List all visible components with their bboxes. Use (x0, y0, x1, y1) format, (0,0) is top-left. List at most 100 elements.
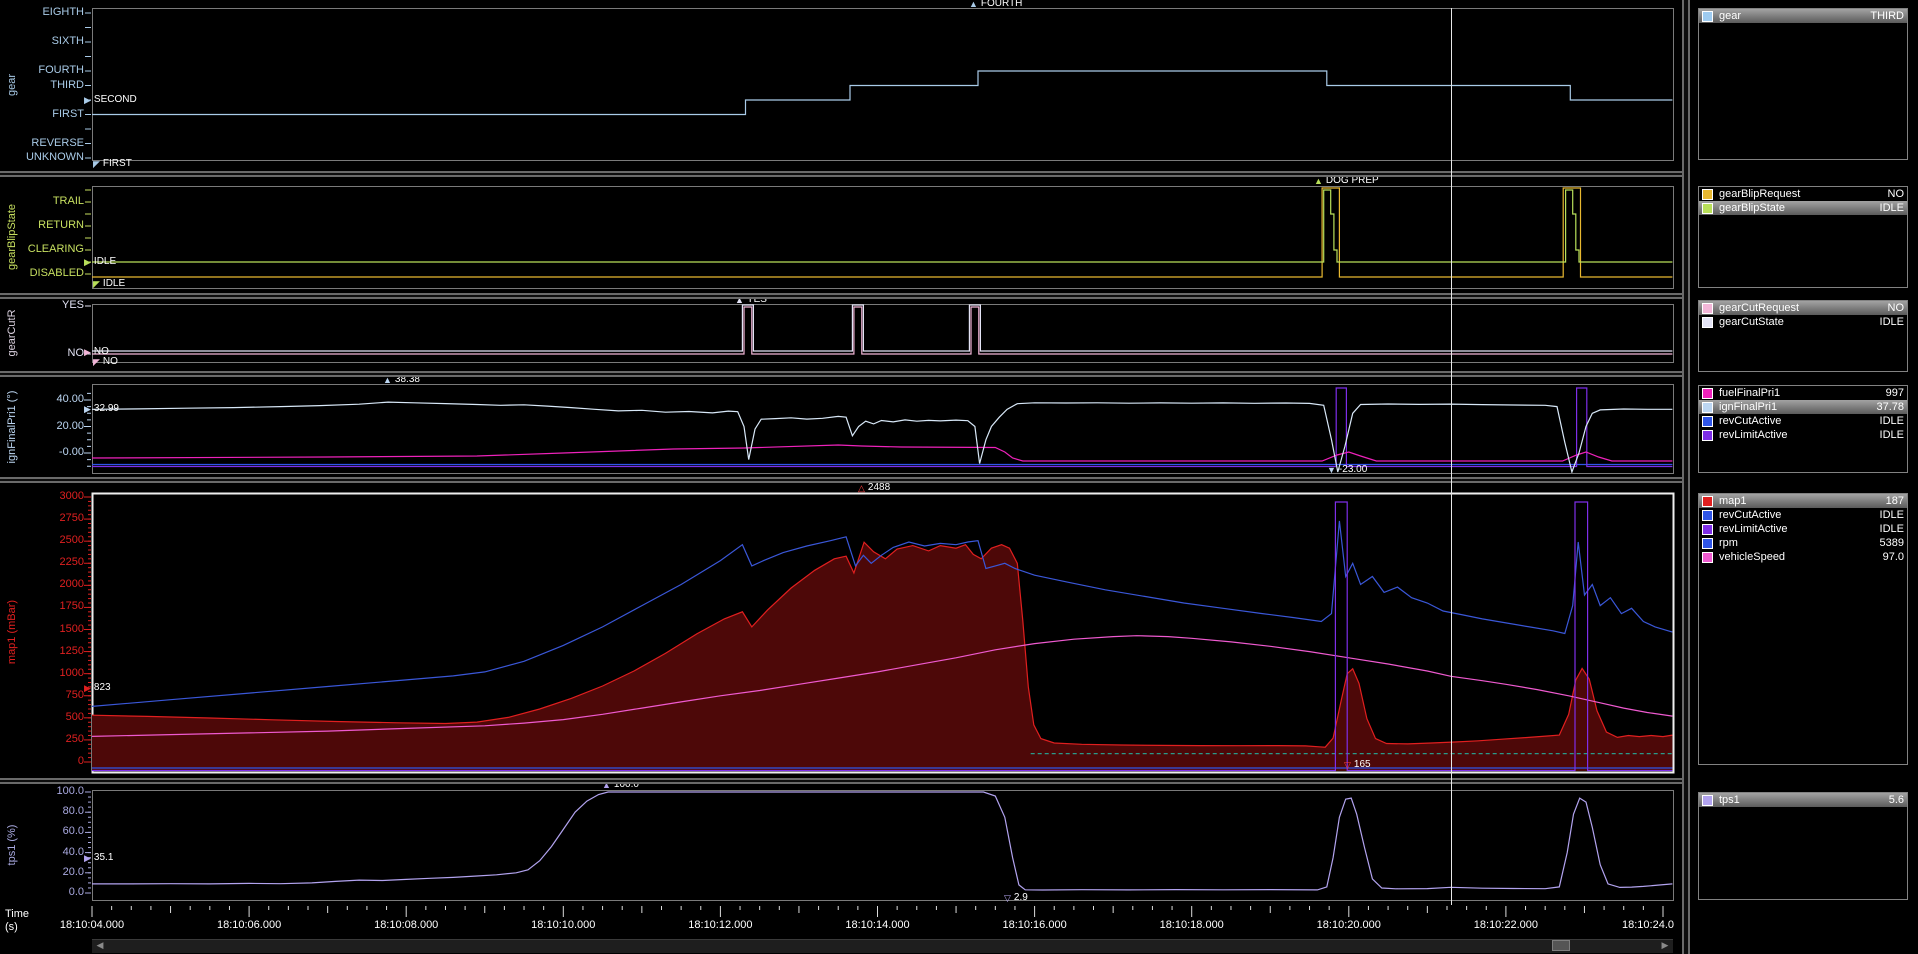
time-label: 18:10:08.000 (374, 919, 438, 931)
marker-gear: ◤FIRST (93, 159, 132, 169)
scroll-left-arrow[interactable]: ◀ (93, 939, 107, 952)
legend-row-gearBlipState[interactable]: gearBlipStateIDLE (1699, 201, 1907, 215)
marker-gearBlipState: ▶IDLE (84, 257, 116, 267)
plot-border-tps1 (93, 791, 1674, 901)
axis-label-map1: 750 (0, 689, 84, 702)
channel-name: gearBlipState (1719, 202, 1880, 214)
channel-swatch (1702, 496, 1713, 507)
channel-name: vehicleSpeed (1719, 551, 1883, 563)
channel-name: fuelFinalPri1 (1719, 387, 1886, 399)
axis-label-map1: 2500 (0, 534, 84, 547)
time-label: 18:10:16.000 (1002, 919, 1066, 931)
panel-divider[interactable] (0, 293, 1682, 299)
time-label: 18:10:18.000 (1160, 919, 1224, 931)
time-scrollbar[interactable] (92, 939, 1673, 953)
scroll-thumb[interactable] (1552, 940, 1570, 951)
trace-gearBlipState (92, 190, 1672, 262)
channel-swatch (1702, 402, 1713, 413)
marker-glyph: ▲ (1314, 176, 1323, 186)
axis-title-gear: gear (6, 74, 18, 96)
channel-swatch (1702, 430, 1713, 441)
panel-divider[interactable] (0, 477, 1682, 483)
legend-row-tps1[interactable]: tps15.6 (1699, 793, 1907, 807)
time-axis-title: Time (s) (5, 908, 29, 934)
plot-border-gearBlipState (93, 187, 1674, 289)
legend-row-rpm[interactable]: rpm5389 (1699, 536, 1907, 550)
axis-label-gear: REVERSE (0, 137, 84, 150)
legend-row-revLimitActive[interactable]: revLimitActiveIDLE (1699, 428, 1907, 442)
channel-value: IDLE (1880, 202, 1904, 214)
channel-name: map1 (1719, 495, 1886, 507)
marker-glyph: ▶ (84, 853, 91, 863)
trace-fill-map1 (92, 542, 1672, 771)
channel-swatch (1702, 538, 1713, 549)
trace-fuelFinalPri1 (92, 445, 1672, 461)
time-label: 18:10:14.000 (845, 919, 909, 931)
legend-box: map1187revCutActiveIDLErevLimitActiveIDL… (1698, 493, 1908, 765)
marker-glyph: ▼ (1327, 465, 1336, 475)
legend-row-gearCutState[interactable]: gearCutStateIDLE (1699, 315, 1907, 329)
axis-label-gear: SIXTH (0, 35, 84, 48)
marker-glyph: ▽ (1004, 893, 1011, 903)
channel-name: gearCutState (1719, 316, 1880, 328)
panel-divider[interactable] (0, 171, 1682, 177)
panel-divider[interactable] (0, 778, 1682, 784)
channel-swatch (1702, 189, 1713, 200)
axis-label-tps1: 20.0 (0, 866, 84, 879)
legend-row-gearCutRequest[interactable]: gearCutRequestNO (1699, 301, 1907, 315)
panel-divider[interactable] (0, 371, 1682, 377)
legend-row-vehicleSpeed[interactable]: vehicleSpeed97.0 (1699, 550, 1907, 564)
marker-value: IDLE (94, 257, 116, 267)
axis-title-gearBlipState: gearBlipState (6, 204, 18, 270)
channel-value: IDLE (1880, 415, 1904, 427)
channel-name: gear (1719, 10, 1870, 22)
axis-title-tps1: tps1 (%) (6, 825, 18, 866)
marker-glyph: ▶ (84, 347, 91, 357)
time-label: 18:10:20.000 (1317, 919, 1381, 931)
marker-value: 35.1 (94, 853, 113, 863)
marker-value: 2.9 (1014, 893, 1028, 903)
marker-ignFinalPri1: ▼-23.00 (1327, 465, 1367, 475)
legend-row-fuelFinalPri1[interactable]: fuelFinalPri1997 (1699, 386, 1907, 400)
trace-gearBlipRequest (92, 188, 1672, 277)
channel-value: IDLE (1880, 509, 1904, 521)
legend-row-revCutActive[interactable]: revCutActiveIDLE (1699, 508, 1907, 522)
axis-label-map1: 0 (0, 755, 84, 768)
marker-tps1: ▶35.1 (84, 853, 113, 863)
marker-gearCutR: ◤NO (93, 357, 118, 367)
legend-divider[interactable] (1682, 0, 1690, 954)
channel-value: 37.78 (1876, 401, 1904, 413)
channel-name: revLimitActive (1719, 429, 1880, 441)
axis-label-map1: 2000 (0, 578, 84, 591)
trace-gearCutState (92, 305, 1672, 351)
scroll-right-arrow[interactable]: ▶ (1658, 939, 1672, 952)
channel-swatch (1702, 416, 1713, 427)
axis-label-tps1: 100.0 (0, 785, 84, 798)
legend-row-map1[interactable]: map1187 (1699, 494, 1907, 508)
legend-row-revLimitActive[interactable]: revLimitActiveIDLE (1699, 522, 1907, 536)
plot-border-ignFinalPri1 (93, 385, 1674, 474)
marker-value: -23.00 (1339, 465, 1367, 475)
marker-value: 32.99 (94, 404, 119, 414)
legend-row-revCutActive[interactable]: revCutActiveIDLE (1699, 414, 1907, 428)
marker-value: FOURTH (981, 0, 1022, 9)
marker-ignFinalPri1: ▶32.99 (84, 404, 119, 414)
marker-value: IDLE (103, 279, 125, 289)
axis-title-map1: map1 (mBar) (6, 600, 18, 664)
marker-map1: △2488 (858, 483, 890, 493)
axis-label-gear: FIRST (0, 108, 84, 121)
channel-swatch (1702, 317, 1713, 328)
axis-title-ignFinalPri1: ignFinalPri1 (°) (6, 391, 18, 464)
axis-label-map1: 2750 (0, 512, 84, 525)
time-cursor[interactable] (1451, 8, 1452, 905)
legend-row-gear[interactable]: gearTHIRD (1699, 9, 1907, 23)
legend-row-gearBlipRequest[interactable]: gearBlipRequestNO (1699, 187, 1907, 201)
marker-value: FIRST (103, 159, 132, 169)
axis-label-map1: 500 (0, 711, 84, 724)
axis-label-map1: 3000 (0, 490, 84, 503)
marker-value: 2488 (868, 483, 890, 493)
marker-value: DOG PREP (1326, 176, 1379, 186)
axis-label-gear: UNKNOWN (0, 151, 84, 164)
legend-row-ignFinalPri1[interactable]: ignFinalPri137.78 (1699, 400, 1907, 414)
marker-glyph: ▶ (84, 683, 91, 693)
